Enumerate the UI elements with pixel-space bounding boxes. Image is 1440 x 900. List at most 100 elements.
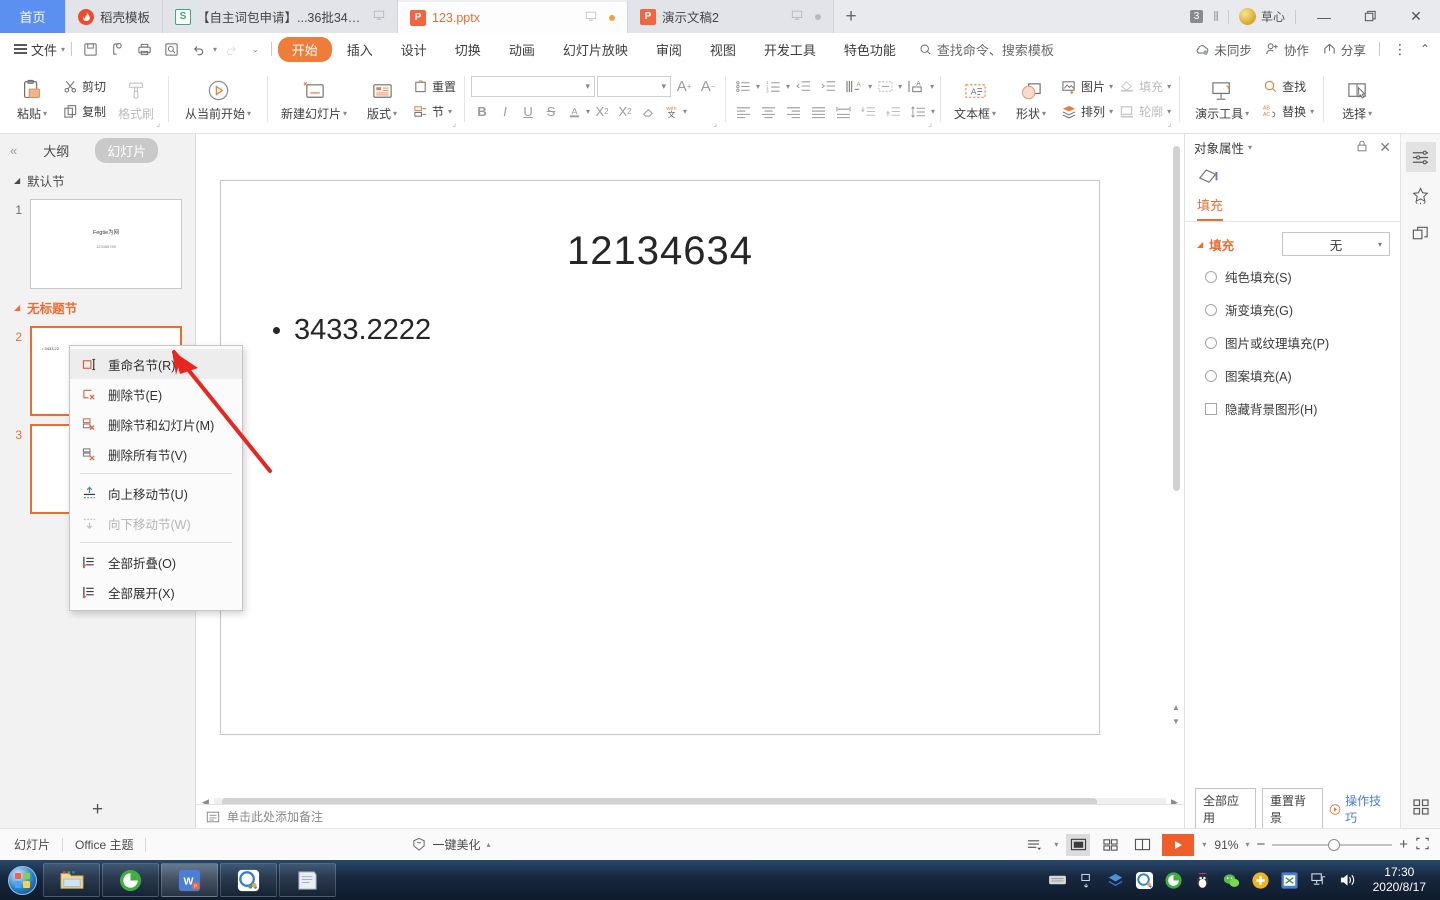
tab-insert[interactable]: 插入 xyxy=(334,37,386,62)
start-from-current-button[interactable]: 从当前开始 ▾ xyxy=(174,69,262,129)
shrink-font-button[interactable]: A − xyxy=(697,76,719,97)
strikethrough-button[interactable]: S xyxy=(540,101,562,122)
shape-button[interactable]: 形状 ▾ xyxy=(1004,69,1058,129)
save-as-icon[interactable] xyxy=(105,38,130,60)
view-dropdown-icon[interactable]: ▾ xyxy=(1054,840,1058,849)
excel-icon[interactable] xyxy=(1280,870,1300,890)
layers-icon[interactable] xyxy=(1406,218,1436,248)
reading-view-button[interactable] xyxy=(1130,834,1154,856)
arrange-button[interactable]: 排列 ▾ xyxy=(1058,101,1116,123)
notes-view-button[interactable] xyxy=(1022,834,1046,856)
ie-icon[interactable] xyxy=(1164,870,1184,890)
tab-spreadsheet[interactable]: S 【自主词包申请】...36批340条- xyxy=(163,0,399,33)
chevron-down-icon[interactable]: ▾ xyxy=(1248,143,1252,152)
tab-presentation-2[interactable]: P 演示文稿2 xyxy=(628,0,835,33)
collapse-ribbon-icon[interactable]: ⌃ xyxy=(1420,42,1430,56)
add-slide-button[interactable]: + xyxy=(0,792,195,828)
new-slide-button[interactable]: 新建幻灯片 ▾ xyxy=(273,69,355,129)
bullets-button[interactable] xyxy=(731,76,755,98)
clipboard-dialog-launcher[interactable]: ⌟ xyxy=(156,119,164,128)
user-account[interactable]: 草心 xyxy=(1238,8,1285,25)
network-icon[interactable] xyxy=(1309,870,1329,890)
section-header-untitled[interactable]: ◢ 无标题节 xyxy=(0,293,195,322)
lock-icon[interactable] xyxy=(1355,139,1369,156)
option-solid-fill[interactable]: 纯色填充(S) xyxy=(1185,260,1400,293)
tab-transition[interactable]: 切换 xyxy=(442,37,494,62)
scrollbar-thumb[interactable] xyxy=(1173,146,1180,491)
dropbox-icon[interactable] xyxy=(1106,870,1126,890)
tab-start[interactable]: 开始 xyxy=(277,36,332,62)
align-text-dropdown-icon[interactable]: ▾ xyxy=(898,82,902,91)
apply-all-button[interactable]: 全部应用 xyxy=(1195,788,1257,830)
tab-review[interactable]: 审阅 xyxy=(643,37,695,62)
start-slideshow-button[interactable] xyxy=(1162,833,1195,856)
option-picture-texture-fill[interactable]: 图片或纹理填充(P) xyxy=(1185,326,1400,359)
tab-fill[interactable]: 填充 xyxy=(1197,195,1224,221)
tab-outline[interactable]: 大纲 xyxy=(31,138,81,163)
scroll-up-button[interactable]: ▲ xyxy=(1170,703,1182,716)
current-slide[interactable]: 12134634 3433.2222 xyxy=(220,180,1100,735)
menu-item-collapse-all[interactable]: 全部折叠(O) xyxy=(70,547,242,577)
underline-button[interactable]: U xyxy=(517,101,539,122)
font-dialog-launcher[interactable]: ⌟ xyxy=(713,119,721,128)
option-hide-background-graphics[interactable]: 隐藏背景图形(H) xyxy=(1185,392,1400,425)
superscript-button[interactable]: X2 xyxy=(591,101,613,122)
checkbox-icon[interactable] xyxy=(1205,402,1217,415)
decrease-indent-button[interactable] xyxy=(791,76,815,98)
italic-button[interactable]: I xyxy=(494,101,516,122)
normal-view-button[interactable] xyxy=(1066,833,1091,856)
collaborate-button[interactable]: 协作 xyxy=(1265,40,1309,59)
slide-thumbnail-1[interactable]: Fegtie为网 123456789 xyxy=(30,199,182,289)
numbering-button[interactable]: 123 xyxy=(761,76,785,98)
wechat-icon[interactable] xyxy=(1222,870,1242,890)
restore-button[interactable] xyxy=(1352,0,1388,33)
file-explorer-icon[interactable] xyxy=(43,863,100,897)
bullets-dropdown-icon[interactable]: ▾ xyxy=(756,82,760,91)
subscript-button[interactable]: X2 xyxy=(614,101,636,122)
tab-123-pptx[interactable]: P 123.pptx xyxy=(398,0,629,33)
customize-toolbar-icon[interactable]: ⌄ xyxy=(246,45,265,54)
notes-pane[interactable]: 单击此处添加备注 xyxy=(196,804,1184,828)
picture-button[interactable]: 图片 ▾ xyxy=(1058,76,1116,98)
start-orb[interactable] xyxy=(2,862,42,898)
distribute-button[interactable] xyxy=(831,101,855,123)
font-color-button[interactable]: A xyxy=(563,101,585,122)
align-left-button[interactable] xyxy=(731,101,755,123)
bold-button[interactable]: B xyxy=(471,101,493,122)
align-text-button[interactable] xyxy=(873,76,897,98)
qq-music-icon[interactable] xyxy=(1135,870,1155,890)
scroll-down-button[interactable]: ▼ xyxy=(1170,717,1182,730)
close-icon[interactable]: ✕ xyxy=(1379,139,1391,156)
menu-item-move-section-up[interactable]: 向上移动节(U) xyxy=(70,478,242,508)
zoom-slider-track[interactable] xyxy=(1272,838,1393,851)
tab-list-icon[interactable]: ⦀ xyxy=(1213,9,1219,25)
undo-dropdown-icon[interactable]: ▾ xyxy=(213,45,217,54)
search-command-box[interactable]: 查找命令、搜索模板 xyxy=(919,40,1054,59)
radio-icon[interactable] xyxy=(1205,369,1217,382)
align-right-button[interactable] xyxy=(781,101,805,123)
new-tab-button[interactable]: + xyxy=(834,0,869,33)
tab-slides[interactable]: 幻灯片 xyxy=(95,137,159,163)
pinyin-dropdown-icon[interactable]: ▾ xyxy=(683,107,687,116)
status-theme-label[interactable]: Office 主题 xyxy=(63,836,145,853)
menu-item-rename-section[interactable]: 重命名节(R) xyxy=(70,349,242,379)
cut-button[interactable]: 剪切 xyxy=(59,76,109,98)
browser-icon[interactable] xyxy=(102,863,159,897)
paste-button[interactable]: 粘贴 ▾ xyxy=(5,69,59,129)
fit-screen-button[interactable] xyxy=(1415,836,1430,854)
qq-browser-icon[interactable] xyxy=(220,863,277,897)
option-pattern-fill[interactable]: 图案填充(A) xyxy=(1185,359,1400,392)
select-button[interactable]: 选择 ▾ xyxy=(1330,69,1384,129)
print-icon[interactable] xyxy=(132,38,157,60)
textbox-button[interactable]: A 文本框 ▾ xyxy=(946,69,1004,129)
more-options-icon[interactable]: ⋮ xyxy=(1393,41,1407,58)
close-button[interactable]: ✕ xyxy=(1398,0,1434,33)
slides-dialog-launcher[interactable]: ⌟ xyxy=(452,119,460,128)
paragraph-dialog-launcher[interactable]: ⌟ xyxy=(928,119,936,128)
tab-design[interactable]: 设计 xyxy=(388,37,440,62)
align-center-button[interactable] xyxy=(756,101,780,123)
one-click-beautify-button[interactable]: 一键美化 ▴ xyxy=(412,836,490,853)
zoom-out-button[interactable]: − xyxy=(1256,836,1265,853)
convert-smartart-button[interactable]: A xyxy=(903,76,929,98)
increase-spacing-button[interactable] xyxy=(881,101,905,123)
